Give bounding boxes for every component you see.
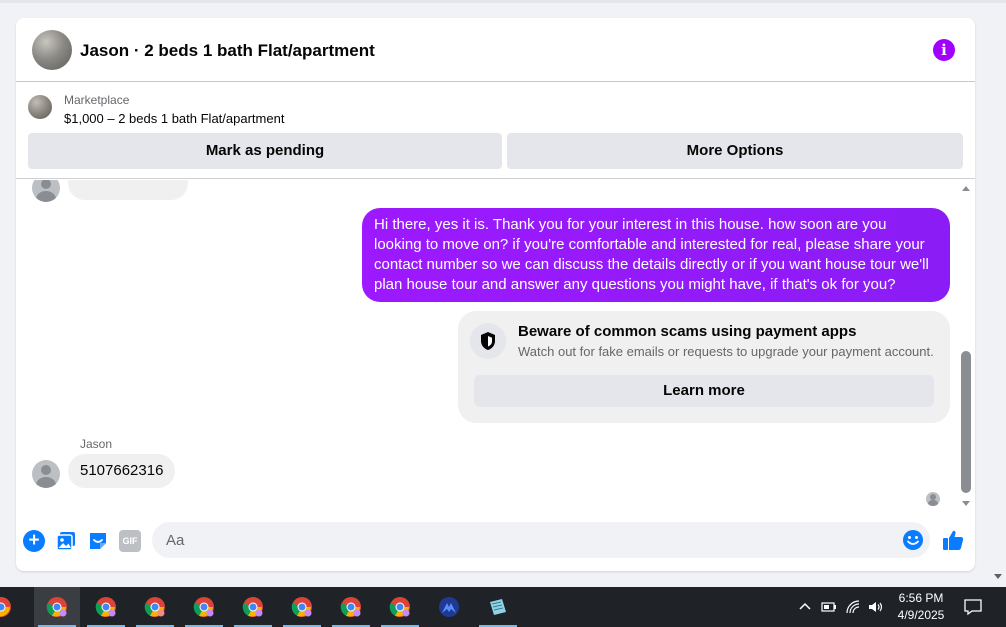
chrome-icon (242, 597, 263, 617)
chrome-icon (193, 597, 214, 617)
vpn-app-icon (439, 597, 459, 617)
more-options-button[interactable]: More Options (507, 133, 963, 169)
chat-panel: Jason · 2 beds 1 bath Flat/apartment i M… (16, 18, 975, 571)
message-bubble-partial (68, 180, 188, 200)
notification-icon[interactable] (963, 598, 982, 616)
chrome-icon (46, 597, 67, 617)
page-scroll-down-arrow[interactable] (994, 574, 1002, 579)
system-tray (790, 587, 890, 627)
sticker-icon[interactable] (87, 530, 109, 552)
chrome-icon (389, 597, 410, 617)
plus-icon[interactable]: + (23, 530, 45, 552)
listing-thumbnail[interactable] (28, 95, 52, 119)
listing-price-title[interactable]: $1,000 – 2 beds 1 bath Flat/apartment (64, 111, 284, 126)
taskbar-notes-app[interactable] (475, 587, 521, 627)
message-thread: Hi there, yes it is. Thank you for your … (16, 180, 975, 509)
taskbar-chrome[interactable] (83, 587, 129, 627)
listing-source: Marketplace (64, 93, 130, 107)
listing-avatar[interactable] (32, 30, 72, 70)
scam-warning-body: Watch out for fake emails or requests to… (518, 344, 934, 359)
chat-title[interactable]: Jason · 2 beds 1 bath Flat/apartment (80, 41, 375, 61)
learn-more-button[interactable]: Learn more (474, 375, 934, 407)
incoming-message[interactable]: 5107662316 (68, 454, 176, 488)
like-icon[interactable] (941, 528, 965, 552)
listing-banner: Marketplace $1,000 – 2 beds 1 bath Flat/… (16, 83, 975, 179)
mark-as-pending-button[interactable]: Mark as pending (28, 133, 502, 169)
browser-top-strip (0, 0, 1006, 3)
taskbar-chrome[interactable] (132, 587, 178, 627)
emoji-icon[interactable] (902, 529, 924, 551)
windows-taskbar: 6:56 PM 4/9/2025 (0, 587, 1006, 627)
scroll-thumb[interactable] (961, 351, 971, 493)
message-composer: + GIF (16, 516, 975, 568)
scroll-down-arrow[interactable] (962, 501, 970, 506)
chrome-icon (291, 597, 312, 617)
photo-icon[interactable] (55, 530, 77, 552)
taskbar-chrome[interactable] (377, 587, 423, 627)
scroll-up-arrow[interactable] (962, 186, 970, 191)
scam-warning-card: Beware of common scams using payment app… (458, 311, 950, 423)
chrome-icon (0, 597, 11, 617)
taskbar-chrome[interactable] (34, 587, 80, 627)
gif-icon[interactable]: GIF (119, 530, 141, 552)
taskbar-chrome[interactable] (279, 587, 325, 627)
info-icon[interactable]: i (933, 39, 955, 61)
chevron-up-icon[interactable] (796, 598, 814, 616)
avatar[interactable] (32, 180, 60, 202)
clock-time: 6:56 PM (898, 591, 944, 605)
outgoing-message[interactable]: Hi there, yes it is. Thank you for your … (362, 208, 950, 302)
taskbar-clock[interactable]: 6:56 PM 4/9/2025 (882, 590, 960, 624)
chrome-icon (340, 597, 361, 617)
avatar[interactable] (32, 460, 60, 488)
thread-scrollbar[interactable] (959, 186, 973, 506)
wifi-icon[interactable] (844, 598, 862, 616)
taskbar-vpn-app[interactable] (426, 587, 472, 627)
taskbar-chrome[interactable] (0, 587, 24, 627)
chrome-icon (144, 597, 165, 617)
taskbar-chrome[interactable] (181, 587, 227, 627)
shield-icon (470, 323, 506, 359)
clock-date: 4/9/2025 (897, 608, 945, 622)
sender-name: Jason (80, 437, 113, 451)
taskbar-chrome[interactable] (328, 587, 374, 627)
message-input[interactable] (152, 522, 930, 558)
read-receipt-avatar (926, 492, 940, 506)
battery-icon[interactable] (820, 598, 838, 616)
scam-warning-title: Beware of common scams using payment app… (518, 323, 857, 340)
chat-header: Jason · 2 beds 1 bath Flat/apartment i (16, 18, 975, 82)
chrome-icon (95, 597, 116, 617)
notes-app-icon (490, 599, 506, 615)
taskbar-chrome[interactable] (230, 587, 276, 627)
